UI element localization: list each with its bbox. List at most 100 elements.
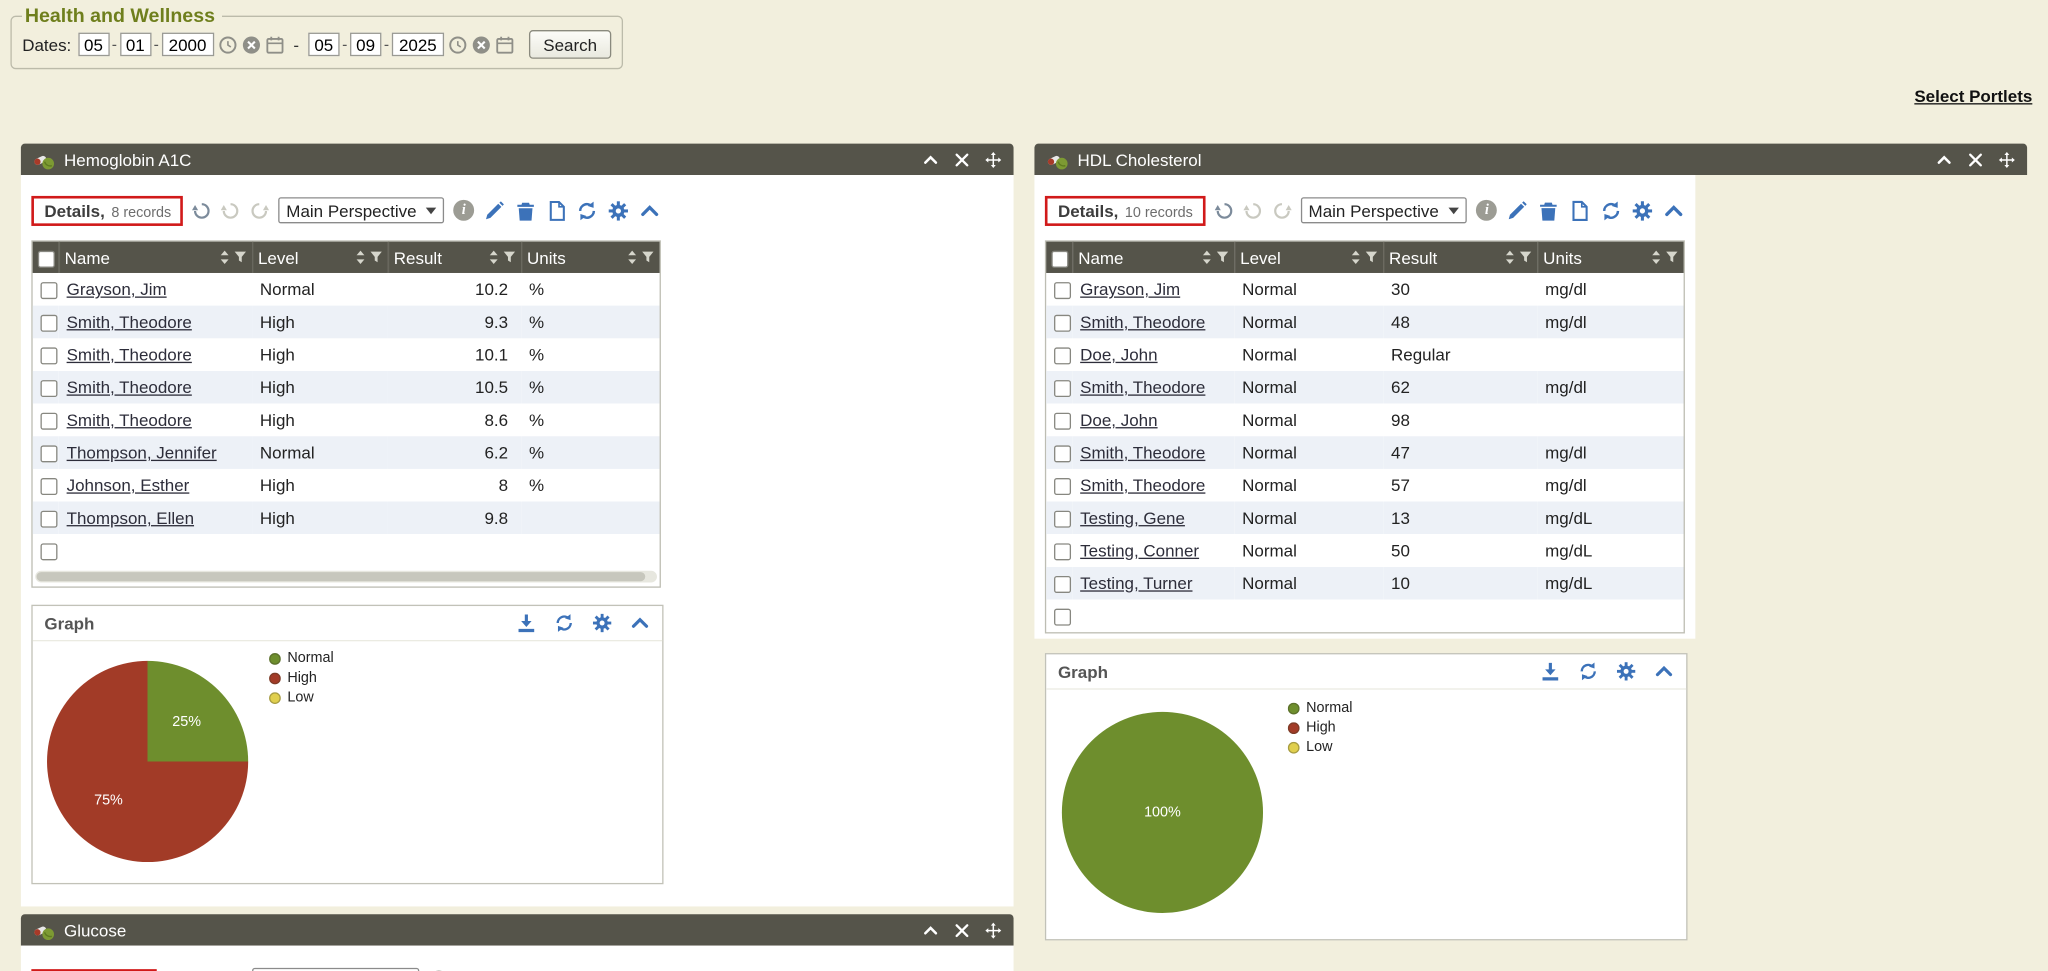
row-checkbox[interactable] [1054, 609, 1071, 626]
patient-name-link[interactable]: Testing, Turner [1080, 573, 1192, 593]
portlet-header[interactable]: HDL Cholesterol [1034, 144, 2027, 175]
undo-icon[interactable] [221, 200, 241, 220]
patient-name-link[interactable]: Smith, Theodore [67, 345, 192, 365]
refresh-icon[interactable] [577, 199, 599, 221]
row-checkbox[interactable] [1054, 511, 1071, 528]
patient-name-link[interactable]: Doe, John [1080, 410, 1157, 430]
filter-icon[interactable] [369, 251, 382, 264]
patient-name-link[interactable]: Thompson, Ellen [67, 508, 194, 528]
row-checkbox[interactable] [1054, 445, 1071, 462]
delete-icon[interactable] [1538, 199, 1560, 221]
close-icon[interactable] [953, 921, 970, 938]
row-checkbox[interactable] [40, 413, 57, 430]
row-checkbox[interactable] [1054, 347, 1071, 364]
edit-icon[interactable] [1506, 199, 1528, 221]
calendar-icon[interactable] [495, 35, 515, 55]
select-all-checkbox[interactable] [1051, 250, 1068, 267]
settings-icon[interactable] [1632, 199, 1654, 221]
to-day-input[interactable] [350, 33, 381, 57]
from-day-input[interactable] [120, 33, 151, 57]
info-icon[interactable]: i [1476, 200, 1497, 221]
filter-icon[interactable] [1215, 251, 1228, 264]
row-checkbox[interactable] [40, 511, 57, 528]
select-all-checkbox[interactable] [38, 250, 55, 267]
time-icon[interactable] [218, 35, 238, 55]
horizontal-scrollbar[interactable] [35, 571, 657, 583]
sort-icon[interactable] [1350, 249, 1360, 265]
edit-icon[interactable] [483, 199, 505, 221]
scrollbar-thumb[interactable] [37, 572, 646, 581]
perspective-select[interactable]: Main Perspective [278, 197, 444, 223]
move-icon[interactable] [1998, 151, 2015, 168]
row-checkbox[interactable] [1054, 315, 1071, 332]
to-month-input[interactable] [308, 33, 339, 57]
perspective-select[interactable]: Main Perspective [1301, 197, 1468, 223]
row-checkbox[interactable] [40, 315, 57, 332]
move-icon[interactable] [985, 921, 1002, 938]
close-icon[interactable] [953, 151, 970, 168]
info-icon[interactable]: i [453, 200, 474, 221]
clear-icon[interactable] [471, 35, 491, 55]
row-checkbox[interactable] [40, 347, 57, 364]
redo-icon[interactable] [1272, 200, 1292, 220]
patient-name-link[interactable]: Doe, John [1080, 345, 1157, 365]
patient-name-link[interactable]: Thompson, Jennifer [67, 443, 217, 463]
collapse-icon[interactable] [922, 921, 939, 938]
reset-icon[interactable] [192, 200, 212, 220]
filter-icon[interactable] [502, 251, 515, 264]
portlet-header[interactable]: Hemoglobin A1C [21, 144, 1014, 175]
patient-name-link[interactable]: Smith, Theodore [67, 377, 192, 397]
move-icon[interactable] [985, 151, 1002, 168]
to-year-input[interactable] [392, 33, 444, 57]
settings-icon[interactable] [608, 199, 630, 221]
row-checkbox[interactable] [40, 543, 57, 560]
select-portlets-link[interactable]: Select Portlets [1914, 86, 2032, 106]
reset-icon[interactable] [1215, 200, 1235, 220]
patient-name-link[interactable]: Testing, Conner [1080, 541, 1199, 561]
refresh-icon[interactable] [1578, 661, 1599, 682]
download-icon[interactable] [516, 613, 537, 634]
report-icon[interactable] [1569, 199, 1591, 221]
undo-icon[interactable] [1243, 200, 1263, 220]
report-icon[interactable] [545, 199, 567, 221]
filter-icon[interactable] [233, 251, 246, 264]
patient-name-link[interactable]: Smith, Theodore [1080, 312, 1205, 332]
patient-name-link[interactable]: Grayson, Jim [67, 280, 167, 300]
sort-icon[interactable] [219, 249, 229, 265]
row-checkbox[interactable] [40, 380, 57, 397]
settings-icon[interactable] [592, 613, 613, 634]
clear-icon[interactable] [241, 35, 261, 55]
row-checkbox[interactable] [40, 478, 57, 495]
patient-name-link[interactable]: Smith, Theodore [67, 410, 192, 430]
sort-icon[interactable] [488, 249, 498, 265]
collapse-icon[interactable] [1663, 199, 1685, 221]
row-checkbox[interactable] [1054, 478, 1071, 495]
row-checkbox[interactable] [40, 282, 57, 299]
row-checkbox[interactable] [40, 445, 57, 462]
row-checkbox[interactable] [1054, 543, 1071, 560]
sort-icon[interactable] [1504, 249, 1514, 265]
sort-icon[interactable] [627, 249, 637, 265]
download-icon[interactable] [1540, 661, 1561, 682]
portlet-header[interactable]: Glucose [21, 914, 1014, 945]
collapse-icon[interactable] [1936, 151, 1953, 168]
from-month-input[interactable] [78, 33, 109, 57]
filter-icon[interactable] [1518, 251, 1531, 264]
filter-icon[interactable] [641, 251, 654, 264]
collapse-icon[interactable] [1654, 661, 1675, 682]
patient-name-link[interactable]: Johnson, Esther [67, 475, 190, 495]
filter-icon[interactable] [1665, 251, 1678, 264]
search-button[interactable]: Search [529, 30, 612, 59]
settings-icon[interactable] [1616, 661, 1637, 682]
row-checkbox[interactable] [1054, 413, 1071, 430]
filter-icon[interactable] [1364, 251, 1377, 264]
sort-icon[interactable] [355, 249, 365, 265]
redo-icon[interactable] [250, 200, 270, 220]
patient-name-link[interactable]: Smith, Theodore [67, 312, 192, 332]
sort-icon[interactable] [1201, 249, 1211, 265]
from-year-input[interactable] [161, 33, 213, 57]
collapse-icon[interactable] [922, 151, 939, 168]
patient-name-link[interactable]: Grayson, Jim [1080, 280, 1180, 300]
patient-name-link[interactable]: Smith, Theodore [1080, 377, 1205, 397]
refresh-icon[interactable] [554, 613, 575, 634]
